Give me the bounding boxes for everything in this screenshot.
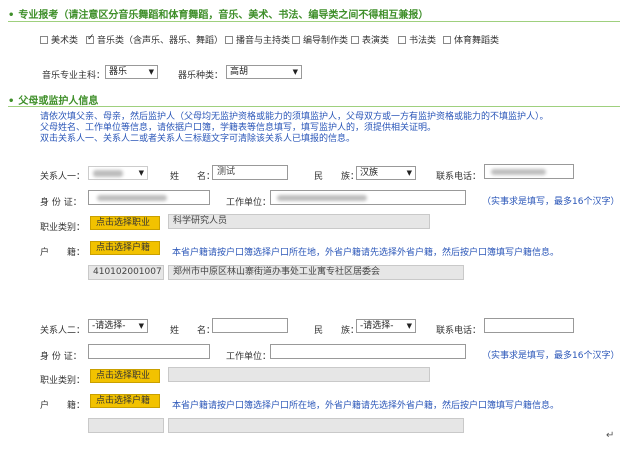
relation1-job-value: 科学研究人员 (168, 214, 430, 229)
major-label: 音乐专业主科： (42, 71, 106, 81)
relation2-job-value (168, 367, 430, 382)
major-value: 器乐 (109, 67, 128, 77)
relation1-choose-job-button[interactable]: 点击选择职业 (90, 216, 160, 230)
guardian-note-1: 请依次填父亲、母亲，然后监护人（父母均无监护资格或能力的须填监护人，父母双方或一… (40, 112, 549, 122)
checkbox-icon[interactable] (351, 35, 359, 44)
instrument-value: 高胡 (230, 67, 249, 77)
guardian-section-title: • 父母或监护人信息 (8, 92, 98, 107)
specialty-title-text: 专业报考（请注意区分音乐舞蹈和体育舞蹈，音乐、美术、书法、编导类之间不得相互兼报… (18, 10, 429, 21)
checkbox-icon[interactable] (292, 35, 300, 44)
redacted-value (277, 195, 367, 201)
relation2-select[interactable]: -请选择- ▼ (88, 319, 148, 333)
relation2-id-input[interactable] (88, 344, 210, 359)
relation1-select[interactable]: ▼ (88, 166, 148, 180)
chevron-down-icon: ▼ (292, 68, 298, 76)
chevron-down-icon: ▼ (138, 322, 144, 330)
relation1-hukou-address: 郑州市中原区林山寨街道办事处工业寓专社区居委会 (168, 265, 464, 280)
relation1-name-label: 姓 名： (170, 172, 216, 182)
section-divider (8, 21, 620, 22)
category-art[interactable]: 美术类 (40, 33, 78, 46)
relation1-work-input[interactable] (270, 190, 466, 205)
category-label: 书法类 (409, 36, 437, 46)
relation2-hukou-code (88, 418, 164, 433)
relation2-name-input[interactable] (212, 318, 288, 333)
checkbox-icon[interactable] (398, 35, 406, 44)
guardian-note-3: 双击关系人一、关系人二或者关系人三标题文字可清除该关系人已填报的信息。 (40, 134, 356, 144)
relation1-job-label: 职业类别： (40, 223, 86, 233)
relation2-hukou-hint: 本省户籍请按户口簿选择户口所在地，外省户籍请先选择外省户籍，然后按户口簿填写户籍… (172, 401, 560, 411)
category-label: 表演类 (362, 36, 390, 46)
relation1-phone-input[interactable] (484, 164, 574, 179)
category-label: 音乐类（含声乐、器乐、舞蹈） (97, 36, 224, 46)
relation2-value: -请选择- (92, 321, 126, 331)
checkbox-icon[interactable] (225, 35, 233, 44)
category-label: 播音与主持类 (236, 36, 291, 46)
relation2-phone-input[interactable] (484, 318, 574, 333)
chevron-down-icon: ▼ (148, 68, 154, 76)
relation2-ethnic-select[interactable]: -请选择- ▼ (356, 319, 416, 333)
checkbox-checked-icon[interactable] (86, 33, 95, 44)
checkbox-icon[interactable] (40, 35, 48, 44)
relation1-hukou-hint: 本省户籍请按户口簿选择户口所在地，外省户籍请先选择外省户籍，然后按户口簿填写户籍… (172, 248, 560, 258)
chevron-down-icon: ▼ (406, 322, 412, 330)
instrument-label: 器乐种类： (178, 71, 224, 81)
category-music[interactable]: 音乐类（含声乐、器乐、舞蹈） (86, 33, 223, 46)
category-label: 体育舞蹈类 (454, 36, 500, 46)
relation1-work-label: 工作单位： (226, 198, 272, 208)
category-label: 美术类 (51, 36, 79, 46)
relation2-hukou-label: 户 籍： (40, 401, 86, 411)
category-calligraphy[interactable]: 书法类 (398, 33, 436, 46)
relation1-name-input[interactable]: 测试 (212, 165, 288, 180)
section-bullet-icon: • (8, 10, 15, 21)
relation2-name-label: 姓 名： (170, 326, 216, 336)
category-sport-dance[interactable]: 体育舞蹈类 (443, 33, 499, 46)
category-label: 编导制作类 (303, 36, 349, 46)
category-broadcast[interactable]: 播音与主持类 (225, 33, 290, 46)
relation2-label[interactable]: 关系人二： (40, 323, 85, 336)
relation2-work-hint: （实事求是填写，最多16个汉字） (482, 351, 620, 361)
major-select[interactable]: 器乐 ▼ (105, 65, 158, 79)
relation1-id-label: 身 份 证： (40, 198, 82, 208)
redacted-value (491, 169, 546, 175)
relation1-hukou-label: 户 籍： (40, 248, 86, 258)
checkbox-icon[interactable] (443, 35, 451, 44)
ethnic-value: -请选择- (360, 321, 394, 331)
relation1-id-input[interactable] (88, 190, 210, 205)
relation2-id-label: 身 份 证： (40, 352, 82, 362)
chevron-down-icon: ▼ (406, 169, 412, 177)
relation2-phone-label: 联系电话： (436, 326, 482, 336)
relation2-choose-job-button[interactable]: 点击选择职业 (90, 369, 160, 383)
relation1-ethnic-select[interactable]: 汉族 ▼ (356, 166, 416, 180)
relation1-work-hint: （实事求是填写，最多16个汉字） (482, 197, 620, 207)
redacted-value (97, 195, 167, 201)
relation1-choose-hukou-button[interactable]: 点击选择户籍 (90, 241, 160, 255)
relation1-phone-label: 联系电话： (436, 172, 482, 182)
relation2-hukou-address (168, 418, 464, 433)
chevron-down-icon: ▼ (138, 169, 144, 177)
relation2-ethnic-label: 民 族： (314, 326, 360, 336)
instrument-select[interactable]: 高胡 ▼ (226, 65, 302, 79)
relation1-hukou-code: 410102001007 (88, 265, 164, 280)
category-performance[interactable]: 表演类 (351, 33, 389, 46)
redacted-value (93, 170, 123, 177)
guardian-note-2: 父母姓名、工作单位等信息，请依据户口簿，学籍表等信息填写，填写监护人的，须提供相… (40, 123, 437, 133)
relation1-ethnic-label: 民 族： (314, 172, 360, 182)
section-divider (8, 106, 620, 107)
relation2-choose-hukou-button[interactable]: 点击选择户籍 (90, 394, 160, 408)
relation1-label[interactable]: 关系人一： (40, 169, 85, 182)
relation2-work-label: 工作单位： (226, 352, 272, 362)
relation2-work-input[interactable] (270, 344, 466, 359)
return-mark-icon: ↵ (606, 430, 615, 441)
category-directing[interactable]: 编导制作类 (292, 33, 348, 46)
specialty-section-title: • 专业报考（请注意区分音乐舞蹈和体育舞蹈，音乐、美术、书法、编导类之间不得相互兼… (8, 6, 428, 21)
ethnic-value: 汉族 (360, 168, 379, 178)
relation2-job-label: 职业类别： (40, 376, 86, 386)
